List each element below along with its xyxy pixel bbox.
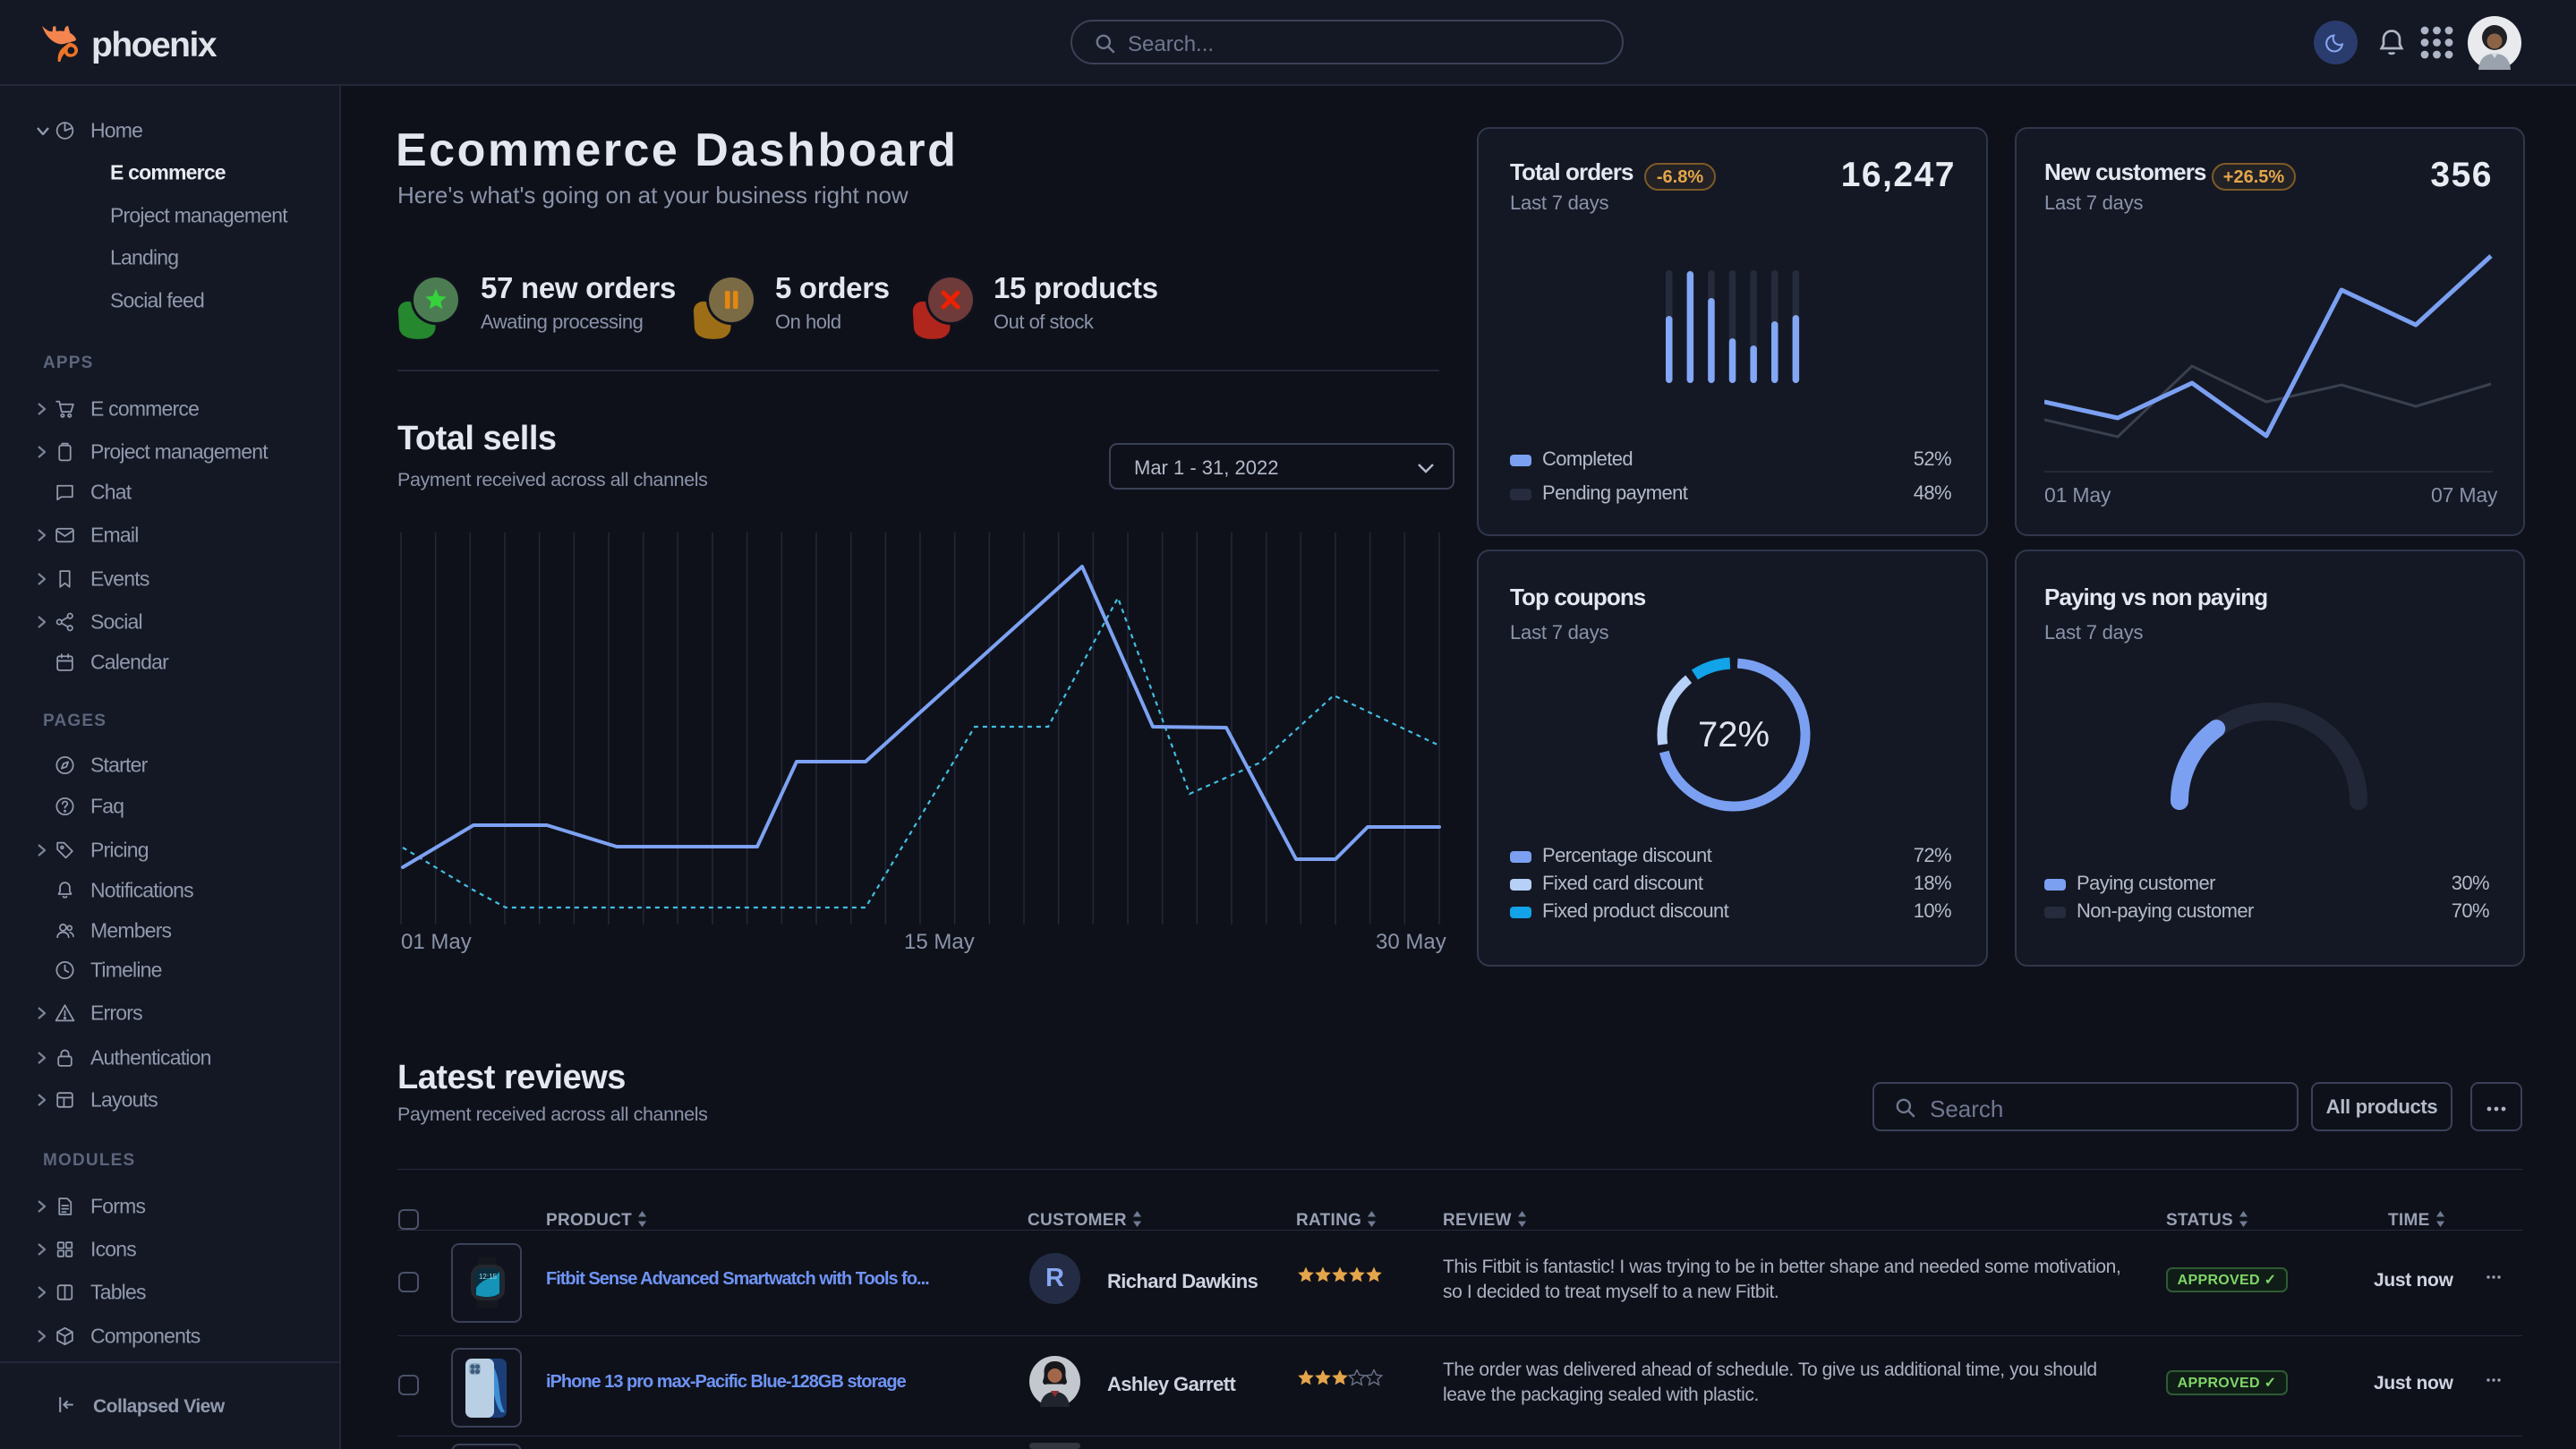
svg-text:12:15: 12:15 <box>479 1273 498 1281</box>
